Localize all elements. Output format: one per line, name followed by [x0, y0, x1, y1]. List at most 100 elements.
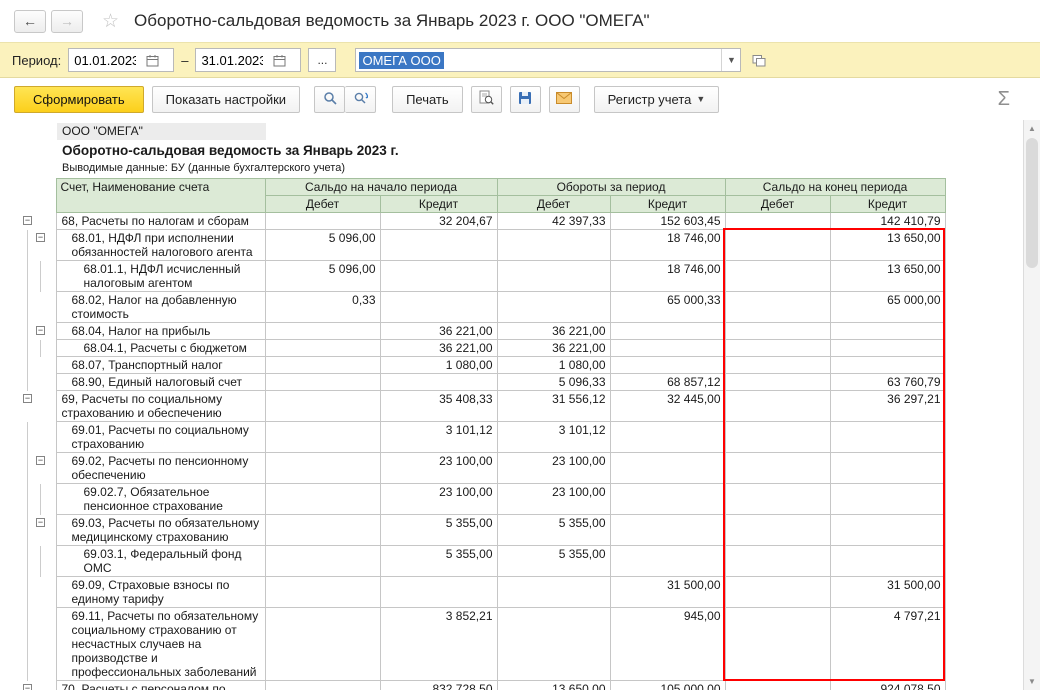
amount-cell[interactable]: 5 096,00: [264, 229, 381, 261]
amount-cell[interactable]: [264, 390, 381, 422]
collapse-toggle[interactable]: −: [36, 232, 45, 242]
account-name-cell[interactable]: 68.02, Налог на добавленную стоимость: [55, 291, 266, 323]
amount-cell[interactable]: [829, 322, 946, 340]
amount-cell[interactable]: [264, 545, 381, 577]
collapse-toggle[interactable]: −: [23, 683, 32, 690]
amount-cell[interactable]: [609, 483, 726, 515]
amount-cell[interactable]: [609, 545, 726, 577]
amount-cell[interactable]: 18 746,00: [609, 229, 726, 261]
amount-cell[interactable]: 945,00: [609, 607, 726, 681]
amount-cell[interactable]: 1 080,00: [379, 356, 498, 374]
amount-cell[interactable]: [724, 514, 831, 546]
account-name-cell[interactable]: 68.01, НДФЛ при исполнении обязанностей …: [55, 229, 266, 261]
amount-cell[interactable]: [724, 339, 831, 357]
amount-cell[interactable]: [609, 356, 726, 374]
amount-cell[interactable]: 5 096,33: [496, 373, 611, 391]
collapse-toggle[interactable]: −: [36, 517, 45, 527]
amount-cell[interactable]: 142 410,79: [829, 212, 946, 230]
amount-cell[interactable]: 23 100,00: [496, 452, 611, 484]
register-menu-button[interactable]: Регистр учета ▼: [593, 85, 720, 113]
date-from-input[interactable]: [69, 52, 142, 68]
amount-cell[interactable]: [264, 576, 381, 608]
amount-cell[interactable]: [724, 291, 831, 323]
print-button[interactable]: Печать: [392, 85, 463, 113]
amount-cell[interactable]: [724, 373, 831, 391]
amount-cell[interactable]: [264, 212, 381, 230]
amount-cell[interactable]: 3 101,12: [379, 421, 498, 453]
amount-cell[interactable]: [724, 576, 831, 608]
sum-sigma-icon[interactable]: Σ: [998, 88, 1010, 111]
amount-cell[interactable]: [496, 260, 611, 292]
amount-cell[interactable]: 31 556,12: [496, 390, 611, 422]
scrollbar-thumb[interactable]: [1026, 138, 1038, 268]
send-email-button[interactable]: [548, 85, 580, 113]
amount-cell[interactable]: [264, 373, 381, 391]
amount-cell[interactable]: [724, 212, 831, 230]
amount-cell[interactable]: [264, 356, 381, 374]
amount-cell[interactable]: 68 857,12: [609, 373, 726, 391]
amount-cell[interactable]: [609, 421, 726, 453]
search-button[interactable]: [314, 85, 346, 113]
amount-cell[interactable]: 3 852,21: [379, 607, 498, 681]
amount-cell[interactable]: [724, 452, 831, 484]
account-name-cell[interactable]: 69.09, Страховые взносы по единому тариф…: [55, 576, 266, 608]
amount-cell[interactable]: 65 000,00: [829, 291, 946, 323]
amount-cell[interactable]: [829, 452, 946, 484]
collapse-toggle[interactable]: −: [36, 325, 45, 335]
refresh-search-button[interactable]: [345, 85, 377, 113]
amount-cell[interactable]: [264, 322, 381, 340]
amount-cell[interactable]: [609, 514, 726, 546]
favorite-star-icon[interactable]: ☆: [102, 10, 119, 33]
amount-cell[interactable]: [496, 576, 611, 608]
amount-cell[interactable]: 18 746,00: [609, 260, 726, 292]
print-preview-button[interactable]: [470, 85, 502, 113]
amount-cell[interactable]: [609, 322, 726, 340]
amount-cell[interactable]: 36 221,00: [379, 322, 498, 340]
amount-cell[interactable]: 1 080,00: [496, 356, 611, 374]
account-name-cell[interactable]: 69.02.7, Обязательное пенсионное страхов…: [55, 483, 266, 515]
amount-cell[interactable]: 13 650,00: [829, 260, 946, 292]
open-organization-icon[interactable]: [748, 49, 770, 71]
amount-cell[interactable]: [724, 545, 831, 577]
amount-cell[interactable]: [379, 291, 498, 323]
amount-cell[interactable]: [829, 339, 946, 357]
amount-cell[interactable]: [724, 483, 831, 515]
amount-cell[interactable]: 35 408,33: [379, 390, 498, 422]
amount-cell[interactable]: [496, 229, 611, 261]
amount-cell[interactable]: 32 445,00: [609, 390, 726, 422]
account-name-cell[interactable]: 68, Расчеты по налогам и сборам: [55, 212, 266, 230]
amount-cell[interactable]: [496, 291, 611, 323]
amount-cell[interactable]: [829, 483, 946, 515]
amount-cell[interactable]: 36 221,00: [496, 339, 611, 357]
account-name-cell[interactable]: 68.04.1, Расчеты с бюджетом: [55, 339, 266, 357]
chevron-down-icon[interactable]: ▼: [721, 49, 740, 71]
amount-cell[interactable]: [379, 260, 498, 292]
amount-cell[interactable]: [829, 514, 946, 546]
amount-cell[interactable]: [724, 390, 831, 422]
account-name-cell[interactable]: 68.07, Транспортный налог: [55, 356, 266, 374]
amount-cell[interactable]: 23 100,00: [379, 483, 498, 515]
account-name-cell[interactable]: 69.02, Расчеты по пенсионному обеспечени…: [55, 452, 266, 484]
amount-cell[interactable]: [496, 607, 611, 681]
amount-cell[interactable]: 36 297,21: [829, 390, 946, 422]
amount-cell[interactable]: 31 500,00: [829, 576, 946, 608]
amount-cell[interactable]: [264, 514, 381, 546]
collapse-toggle[interactable]: −: [36, 455, 45, 465]
forward-button[interactable]: →: [51, 9, 83, 33]
amount-cell[interactable]: [724, 229, 831, 261]
amount-cell[interactable]: 4 797,21: [829, 607, 946, 681]
generate-button[interactable]: Сформировать: [14, 85, 144, 113]
amount-cell[interactable]: 3 101,12: [496, 421, 611, 453]
collapse-toggle[interactable]: −: [23, 215, 32, 225]
back-button[interactable]: ←: [14, 9, 46, 33]
account-name-cell[interactable]: 69.03, Расчеты по обязательному медицинс…: [55, 514, 266, 546]
amount-cell[interactable]: [264, 680, 381, 690]
amount-cell[interactable]: [264, 421, 381, 453]
amount-cell[interactable]: 5 355,00: [379, 514, 498, 546]
amount-cell[interactable]: [829, 356, 946, 374]
amount-cell[interactable]: [829, 421, 946, 453]
amount-cell[interactable]: [724, 356, 831, 374]
save-button[interactable]: [509, 85, 541, 113]
amount-cell[interactable]: [264, 339, 381, 357]
account-name-cell[interactable]: 68.90, Единый налоговый счет: [55, 373, 266, 391]
